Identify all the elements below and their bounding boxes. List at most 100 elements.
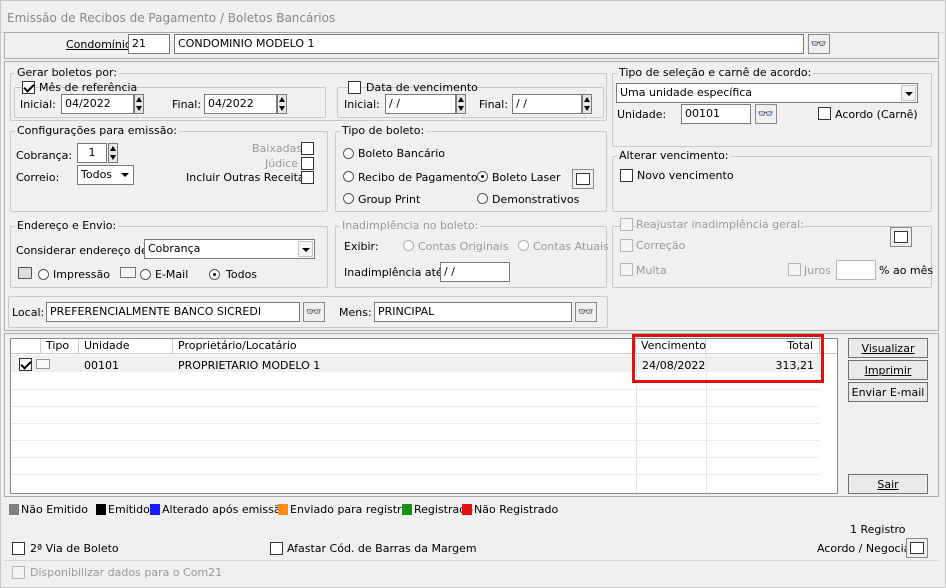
- judice-label: Júdice: [265, 157, 299, 170]
- legend-swatch: [402, 504, 412, 515]
- data-inicial-input[interactable]: / /: [385, 94, 456, 114]
- email-radio[interactable]: [140, 269, 151, 280]
- reajustar-config-button[interactable]: [890, 227, 912, 247]
- juros-checkbox[interactable]: [788, 263, 801, 276]
- considerar-dropdown-arrow[interactable]: [298, 241, 313, 257]
- alterar-vencimento-group: Alterar vencimento:: [612, 149, 932, 212]
- inadimplencia-ate-input[interactable]: / /: [440, 262, 510, 282]
- tipo-selecao-title: Tipo de seleção e carnê de acordo:: [617, 66, 814, 79]
- mens-label: Mens:: [339, 306, 372, 319]
- gerar-title: Gerar boletos por:: [15, 66, 120, 79]
- search-local-button[interactable]: 👓: [303, 302, 325, 322]
- mes-referencia-checkbox[interactable]: [22, 81, 35, 94]
- correio-label: Correio:: [16, 171, 60, 184]
- final-input[interactable]: 04/2022: [204, 94, 277, 114]
- considerar-select[interactable]: Cobrança: [144, 239, 315, 259]
- unidade-input[interactable]: 00101: [681, 104, 751, 124]
- judice-checkbox[interactable]: [301, 157, 314, 170]
- settings-icon: [894, 231, 908, 243]
- row-unidade: 00101: [84, 359, 119, 372]
- reajustar-label: Reajustar inadimplência geral:: [636, 218, 804, 231]
- cobranca-input[interactable]: 1: [77, 143, 107, 163]
- legend-label: Enviado para registro: [290, 503, 409, 516]
- condominio-name-input[interactable]: CONDOMINIO MODELO 1: [174, 34, 804, 54]
- sair-button[interactable]: Sair: [848, 474, 928, 494]
- baixadas-checkbox[interactable]: [301, 142, 314, 155]
- inadimplencia-ate-label: Inadimplência até:: [344, 266, 447, 279]
- inicial-input[interactable]: 04/2022: [61, 94, 134, 114]
- acordo-carne-checkbox[interactable]: [818, 107, 831, 120]
- acordo-negociar-label: Acordo / Negociar: [817, 542, 915, 555]
- cobranca-label: Cobrança:: [16, 149, 73, 162]
- data-final-input[interactable]: / /: [512, 94, 582, 114]
- inicial-spinner[interactable]: [134, 94, 144, 114]
- legend-label: Não Emitido: [21, 503, 88, 516]
- reajustar-checkbox[interactable]: [620, 218, 633, 231]
- afastar-label: Afastar Cód. de Barras da Margem: [287, 542, 477, 555]
- search-mens-button[interactable]: 👓: [575, 302, 597, 322]
- impressao-radio[interactable]: [38, 269, 49, 280]
- boleto-config-button[interactable]: [572, 169, 594, 189]
- cobranca-spinner[interactable]: [108, 143, 118, 163]
- boleto-bancario-radio[interactable]: [343, 148, 354, 159]
- todos-radio[interactable]: [209, 269, 220, 280]
- email-label: E-Mail: [155, 268, 189, 281]
- impressao-label: Impressão: [53, 268, 110, 281]
- data-vencimento-checkbox[interactable]: [348, 81, 361, 94]
- boleto-laser-radio[interactable]: [477, 171, 488, 182]
- data-final-spinner[interactable]: [582, 94, 592, 114]
- novo-vencimento-checkbox[interactable]: [620, 169, 633, 182]
- novo-vencimento-label: Novo vencimento: [637, 169, 734, 182]
- com21-checkbox[interactable]: [12, 566, 25, 579]
- demonstrativos-label: Demonstrativos: [492, 193, 580, 206]
- highlight-box: [632, 334, 824, 383]
- binoculars-icon: 👓: [305, 304, 323, 320]
- todos-label: Todos: [226, 268, 258, 281]
- incluir-receitas-checkbox[interactable]: [301, 171, 314, 184]
- segunda-via-checkbox[interactable]: [12, 542, 25, 555]
- window-title: Emissão de Recibos de Pagamento / Boleto…: [0, 0, 946, 33]
- visualizar-button[interactable]: Visualizar: [848, 338, 928, 358]
- acordo-carne-label: Acordo (Carnê): [835, 108, 918, 121]
- afastar-checkbox[interactable]: [270, 542, 283, 555]
- contas-originais-radio[interactable]: [403, 240, 414, 251]
- local-label: Local:: [12, 306, 45, 319]
- enviar-email-button[interactable]: Enviar E-mail: [848, 382, 928, 402]
- demonstrativos-radio[interactable]: [477, 193, 488, 204]
- search-condominio-button[interactable]: 👓: [808, 34, 830, 54]
- envelope-icon: [36, 359, 50, 369]
- multa-checkbox[interactable]: [620, 263, 633, 276]
- tipo-selecao-dropdown-arrow[interactable]: [901, 85, 916, 101]
- mes-referencia-label: Mês de referência: [39, 81, 138, 94]
- tipo-selecao-select[interactable]: Uma unidade específica: [616, 83, 918, 103]
- legend-label: Emitido: [108, 503, 150, 516]
- considerar-label: Considerar endereço de:: [16, 244, 152, 257]
- legend-swatch: [96, 504, 106, 515]
- juros-input[interactable]: [836, 260, 876, 280]
- row-select-checkbox[interactable]: [19, 358, 32, 371]
- segunda-via-label: 2ª Via de Boleto: [30, 542, 119, 555]
- boleto-laser-label: Boleto Laser: [492, 171, 561, 184]
- search-unidade-button[interactable]: 👓: [755, 104, 777, 124]
- local-input[interactable]: PREFERENCIALMENTE BANCO SICREDI: [46, 302, 300, 322]
- group-print-radio[interactable]: [343, 193, 354, 204]
- alterar-title: Alterar vencimento:: [617, 149, 731, 162]
- ao-mes-label: % ao mês: [879, 264, 934, 277]
- final-spinner[interactable]: [277, 94, 287, 114]
- printer-icon: [18, 267, 32, 279]
- mens-input[interactable]: PRINCIPAL: [374, 302, 572, 322]
- imprimir-button[interactable]: Imprimir: [848, 360, 928, 380]
- correio-dropdown-arrow[interactable]: [118, 167, 133, 183]
- envelope-icon: [120, 267, 136, 278]
- acordo-negociar-button[interactable]: [906, 538, 928, 558]
- correcao-checkbox[interactable]: [620, 239, 633, 252]
- condominio-code-input[interactable]: 21: [128, 34, 170, 54]
- data-inicial-spinner[interactable]: [456, 94, 466, 114]
- com21-label: Disponibilizar dados para o Com21: [30, 566, 223, 579]
- contas-atuais-radio[interactable]: [518, 240, 529, 251]
- col-unidade: Unidade: [79, 339, 173, 353]
- legend-swatch: [278, 504, 288, 515]
- recibo-pagamento-radio[interactable]: [343, 171, 354, 182]
- footer-divider: [4, 560, 939, 561]
- inadimplencia-title: Inadimplência no boleto:: [340, 219, 481, 232]
